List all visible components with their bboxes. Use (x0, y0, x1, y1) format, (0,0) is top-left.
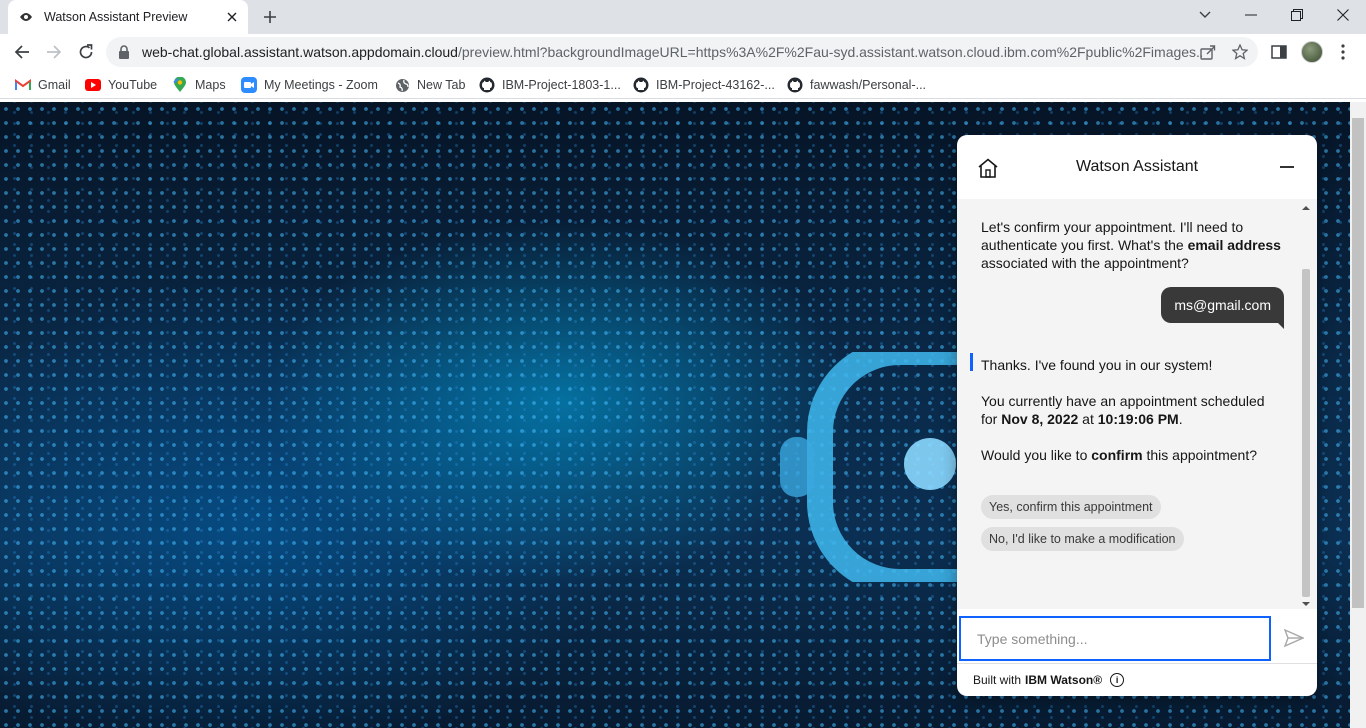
forward-icon[interactable] (41, 39, 67, 65)
message-line: for Nov 8, 2022 at 10:19:06 PM. (981, 411, 1183, 427)
github-icon (479, 77, 495, 93)
user-message-bubble: ms@gmail.com (1161, 287, 1284, 323)
bookmark-label: IBM-Project-1803-1... (502, 78, 621, 92)
bookmark-label: YouTube (108, 78, 158, 92)
page-scrollbar[interactable] (1350, 102, 1366, 728)
page-scrollbar-thumb[interactable] (1352, 118, 1364, 608)
bot-message-auth: Let's confirm your appointment. I'll nee… (981, 218, 1281, 272)
bookmark-star-icon[interactable] (1232, 44, 1248, 60)
home-icon[interactable] (975, 155, 1001, 181)
tab-title: Watson Assistant Preview (44, 10, 188, 24)
message-line: You currently have an appointment schedu… (981, 393, 1265, 409)
message-line: authenticate you first. What's the email… (981, 237, 1281, 253)
tab-strip: Watson Assistant Preview (0, 0, 1366, 34)
url-path: /preview.html?backgroundImageURL=https%3… (457, 44, 1202, 60)
bookmark-gmail[interactable]: Gmail (15, 75, 71, 95)
more-menu-icon[interactable] (1333, 42, 1353, 62)
bookmark-label: New Tab (417, 78, 466, 92)
chat-footer: Built with IBM Watson® i (957, 663, 1317, 696)
new-tab-button[interactable] (258, 6, 282, 28)
message-line: associated with the appointment? (981, 255, 1189, 271)
bookmark-ibm-project-2[interactable]: IBM-Project-43162-... (633, 75, 775, 95)
footer-brand: IBM Watson® (1025, 673, 1103, 687)
bot-message-found: Thanks. I've found you in our system! (981, 357, 1213, 373)
close-tab-icon[interactable] (224, 9, 240, 25)
url-host: web-chat.global.assistant.watson.appdoma… (142, 44, 458, 60)
option-modify-button[interactable]: No, I'd like to make a modification (981, 527, 1184, 551)
minimize-window-icon[interactable] (1228, 0, 1274, 30)
chat-scrollbar-thumb[interactable] (1302, 269, 1310, 597)
restore-window-icon[interactable] (1274, 0, 1320, 30)
profile-avatar[interactable] (1301, 41, 1323, 63)
side-panel-icon[interactable] (1269, 42, 1289, 62)
bookmark-new-tab[interactable]: New Tab (394, 75, 465, 95)
bookmark-label: Maps (195, 78, 226, 92)
gmail-icon (15, 77, 31, 93)
youtube-icon (85, 77, 101, 93)
bookmark-fawwash[interactable]: fawwash/Personal-... (787, 75, 926, 95)
bookmark-youtube[interactable]: YouTube (85, 75, 157, 95)
scroll-up-icon[interactable] (1302, 205, 1310, 211)
github-icon (787, 77, 803, 93)
close-window-icon[interactable] (1320, 0, 1366, 30)
zoom-icon (241, 77, 257, 93)
back-icon[interactable] (9, 39, 35, 65)
bookmark-label: Gmail (38, 78, 71, 92)
globe-icon (394, 77, 410, 93)
bot-message-question: Would you like to confirm this appointme… (981, 447, 1257, 463)
bookmark-ibm-project-1[interactable]: IBM-Project-1803-1... (479, 75, 621, 95)
bookmarks-bar: Gmail YouTube Maps My Meetings - Zoom Ne… (0, 70, 1366, 99)
bookmark-label: fawwash/Personal-... (810, 78, 927, 92)
reload-icon[interactable] (73, 39, 99, 65)
message-line: Let's confirm your appointment. I'll nee… (981, 219, 1244, 235)
send-icon[interactable] (1283, 627, 1305, 649)
bookmark-zoom[interactable]: My Meetings - Zoom (241, 75, 378, 95)
github-icon (633, 77, 649, 93)
maps-icon (172, 77, 188, 93)
scroll-down-icon[interactable] (1302, 601, 1310, 607)
browser-toolbar: web-chat.global.assistant.watson.appdoma… (0, 34, 1366, 70)
browser-tab[interactable]: Watson Assistant Preview (8, 0, 248, 34)
option-confirm-button[interactable]: Yes, confirm this appointment (981, 495, 1161, 519)
watson-chat-panel: Watson Assistant Let's confirm your appo… (957, 135, 1317, 696)
chat-messages[interactable]: Let's confirm your appointment. I'll nee… (957, 199, 1317, 663)
bookmark-label: My Meetings - Zoom (264, 78, 378, 92)
url-text[interactable]: web-chat.global.assistant.watson.appdoma… (142, 44, 1202, 60)
message-focus-indicator (970, 353, 973, 371)
footer-prefix: Built with (973, 673, 1022, 687)
minimize-chat-icon[interactable] (1277, 157, 1297, 177)
bot-message-appointment: You currently have an appointment schedu… (981, 392, 1265, 428)
address-bar[interactable]: web-chat.global.assistant.watson.appdoma… (106, 37, 1258, 67)
bookmark-label: IBM-Project-43162-... (656, 78, 775, 92)
bubble-tail (1274, 319, 1284, 329)
watson-favicon-icon (18, 9, 34, 25)
chat-input-area (957, 609, 1317, 663)
chat-header: Watson Assistant (957, 135, 1317, 199)
tab-search-icon[interactable] (1182, 0, 1228, 30)
info-icon[interactable]: i (1110, 673, 1125, 687)
message-input[interactable] (959, 616, 1271, 661)
bookmark-maps[interactable]: Maps (172, 75, 226, 95)
share-icon[interactable] (1200, 44, 1216, 60)
chat-title: Watson Assistant (1075, 158, 1199, 175)
lock-icon[interactable] (118, 45, 130, 59)
